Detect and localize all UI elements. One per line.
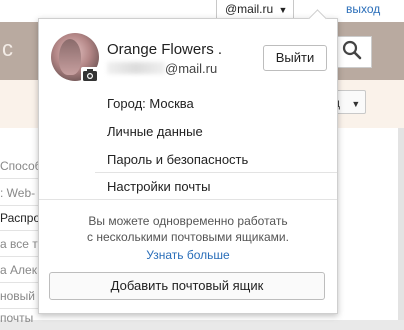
- note-line-2: с несколькими почтовыми ящиками.: [87, 230, 289, 244]
- account-popup: Orange Flowers . @mail.ru Выйти Город: М…: [38, 9, 338, 314]
- user-email: @mail.ru: [165, 61, 218, 76]
- user-name: Orange Flowers .: [107, 41, 223, 58]
- caret-down-icon: ▼: [278, 5, 288, 15]
- logout-button[interactable]: Выйти: [263, 45, 327, 71]
- multi-account-note: Вы можете одновременно работать с нескол…: [39, 213, 337, 245]
- camera-icon[interactable]: [81, 67, 99, 83]
- logout-link[interactable]: выход: [346, 0, 380, 18]
- divider: [95, 172, 337, 173]
- add-mailbox-button[interactable]: Добавить почтовый ящик: [49, 272, 325, 300]
- chevron-down-icon: ▼: [351, 99, 361, 109]
- redacted-email: [107, 62, 165, 74]
- scrollbar[interactable]: [398, 128, 404, 320]
- divider: [39, 199, 337, 200]
- avatar-photo: [59, 39, 81, 75]
- menu-item-city[interactable]: Город: Москва: [107, 96, 194, 111]
- menu-item-personal-data[interactable]: Личные данные: [107, 124, 203, 139]
- account-email-text: @mail.ru: [225, 2, 274, 16]
- menu-item-password-security[interactable]: Пароль и безопасность: [107, 152, 248, 167]
- learn-more-link[interactable]: Узнать больше: [39, 248, 337, 262]
- account-email-menu[interactable]: @mail.ru ▼: [216, 0, 295, 19]
- note-line-1: Вы можете одновременно работать: [88, 214, 288, 228]
- header-logo-fragment: с: [2, 36, 13, 61]
- search-icon: [342, 40, 362, 60]
- menu-item-mail-settings[interactable]: Настройки почты: [107, 179, 210, 194]
